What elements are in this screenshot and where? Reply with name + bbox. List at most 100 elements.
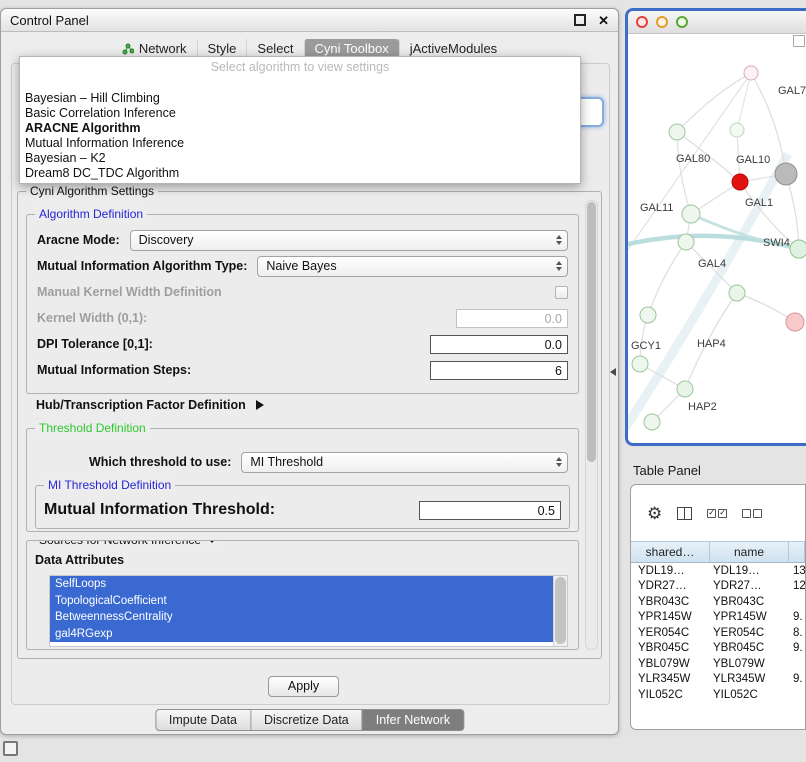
network-canvas[interactable]: GAL7GAL80GAL10GAL11GAL1SWI4GAL4GCY1HAP4H… [628, 34, 806, 443]
tab-infer-network[interactable]: Infer Network [363, 709, 464, 731]
close-icon[interactable]: ✕ [598, 14, 609, 27]
network-graph[interactable]: GAL7GAL80GAL10GAL11GAL1SWI4GAL4GCY1HAP4H… [628, 34, 806, 443]
network-node[interactable] [729, 285, 745, 301]
table-row[interactable]: YIL052CYIL052C [631, 687, 805, 703]
table-row[interactable]: YPR145WYPR145W9. [631, 610, 805, 626]
stepper-arrows-icon [556, 231, 562, 250]
network-node[interactable] [730, 123, 744, 137]
dpi-tolerance-label: DPI Tolerance [0,1]: [37, 337, 153, 351]
minimized-panel-icon[interactable] [3, 741, 18, 756]
minimize-traffic-light-icon[interactable] [656, 16, 668, 28]
algorithm-option[interactable]: Bayesian – Hill Climbing [20, 91, 580, 106]
network-node[interactable] [644, 414, 660, 430]
panel-splitter-collapse-icon[interactable] [610, 368, 616, 376]
tab-impute-data[interactable]: Impute Data [155, 709, 251, 731]
network-node[interactable] [775, 163, 797, 185]
dpi-tolerance-field[interactable]: 0.0 [430, 335, 568, 354]
table-cell: 9. [789, 673, 805, 685]
attribute-item-selected[interactable]: TopologicalCoefficient [50, 593, 554, 610]
network-node[interactable] [640, 307, 656, 323]
network-window-titlebar[interactable] [628, 11, 806, 34]
network-node[interactable] [677, 381, 693, 397]
table-cell: YER054C [710, 627, 789, 639]
column-header-name[interactable]: name [710, 542, 789, 562]
algorithm-combobox-partial[interactable] [579, 97, 604, 127]
network-node[interactable] [669, 124, 685, 140]
scrollbar-thumb[interactable] [555, 577, 566, 644]
kernel-width-field[interactable]: 0.0 [456, 309, 568, 328]
attribute-item-selected[interactable]: gal4RGexp [50, 626, 554, 643]
manual-kernel-checkbox[interactable] [555, 286, 568, 299]
columns-icon[interactable] [677, 507, 692, 520]
float-window-icon[interactable] [574, 14, 586, 26]
node-label: GAL80 [676, 153, 710, 165]
table-row[interactable]: YDR27…YDR27…12 [631, 579, 805, 595]
mi-type-combobox[interactable]: Naive Bayes [257, 256, 568, 277]
algorithm-option[interactable]: Basic Correlation Inference [20, 106, 580, 121]
gear-icon[interactable]: ⚙ [647, 505, 662, 522]
stepper-arrows-icon [556, 257, 562, 276]
which-threshold-label: Which threshold to use: [89, 455, 231, 469]
algorithm-option[interactable]: Bayesian – K2 [20, 151, 580, 166]
hub-transcription-section-toggle[interactable]: Hub/Transcription Factor Definition [36, 398, 264, 412]
network-node[interactable] [678, 234, 694, 250]
network-edge [737, 73, 751, 130]
settings-group-title: Cyni Algorithm Settings [26, 184, 158, 198]
table-row[interactable]: YBR045CYBR045C9. [631, 641, 805, 657]
column-header-clipped[interactable] [789, 542, 805, 562]
table-row[interactable]: YDL19…YDL19…13 [631, 563, 805, 579]
deselect-all-icon[interactable] [742, 509, 762, 518]
tab-label: Style [208, 41, 237, 56]
network-edge [737, 293, 795, 322]
table-cell: 13 [789, 565, 805, 577]
data-attributes-list[interactable]: SelfLoops TopologicalCoefficient Between… [49, 575, 568, 647]
network-node[interactable] [682, 205, 700, 223]
network-node[interactable] [732, 174, 748, 190]
table-cell: YDL19… [710, 565, 789, 577]
algorithm-option[interactable]: Dream8 DC_TDC Algorithm [20, 166, 580, 181]
table-cell: YLR345W [631, 673, 710, 685]
tab-label: jActiveModules [410, 41, 497, 56]
select-all-icon[interactable] [707, 509, 727, 518]
mi-steps-label: Mutual Information Steps: [37, 363, 191, 377]
table-cell: YBR043C [710, 596, 789, 608]
stepper-arrows-icon [556, 453, 562, 472]
algorithm-option[interactable]: Mutual Information Inference [20, 136, 580, 151]
node-label: GAL1 [745, 197, 773, 209]
table-cell: 9. [789, 611, 805, 623]
expanded-arrow-icon [207, 540, 217, 543]
table-cell: YBL079W [710, 658, 789, 670]
close-traffic-light-icon[interactable] [636, 16, 648, 28]
table-cell: YIL052C [631, 689, 710, 701]
network-node[interactable] [790, 240, 806, 258]
network-node[interactable] [786, 313, 804, 331]
attribute-item-selected[interactable]: SelfLoops [50, 576, 554, 593]
table-toolbar: ⚙ [631, 485, 805, 541]
mi-threshold-field[interactable]: 0.5 [419, 501, 561, 520]
table-cell: YPR145W [631, 611, 710, 623]
mi-type-label: Mutual Information Algorithm Type: [37, 259, 247, 273]
settings-scrollbar[interactable] [585, 200, 598, 650]
zoom-traffic-light-icon[interactable] [676, 16, 688, 28]
table-row[interactable]: YLR345WYLR345W9. [631, 672, 805, 688]
algorithm-placeholder: Select algorithm to view settings [20, 57, 580, 76]
aracne-mode-combobox[interactable]: Discovery [130, 230, 568, 251]
apply-button[interactable]: Apply [268, 676, 339, 697]
sources-group-title[interactable]: Sources for Network Inference [35, 540, 221, 547]
mi-steps-field[interactable]: 6 [430, 361, 568, 380]
attribute-item-selected[interactable]: BetweennessCentrality [50, 609, 554, 626]
table-row[interactable]: YER054CYER054C8. [631, 625, 805, 641]
control-panel-titlebar[interactable]: Control Panel ✕ [1, 9, 618, 32]
tab-discretize-data[interactable]: Discretize Data [251, 709, 363, 731]
algorithm-option-selected[interactable]: ARACNE Algorithm [20, 121, 580, 136]
scrollbar-thumb[interactable] [587, 202, 596, 462]
which-threshold-combobox[interactable]: MI Threshold [241, 452, 568, 473]
table-row[interactable]: YBL079WYBL079W [631, 656, 805, 672]
tab-label: Network [139, 41, 187, 56]
list-scrollbar[interactable] [553, 576, 567, 646]
table-row[interactable]: YBR043CYBR043C [631, 594, 805, 610]
column-header-shared-name[interactable]: shared… [631, 542, 710, 562]
which-threshold-value: MI Threshold [250, 455, 323, 469]
network-node[interactable] [632, 356, 648, 372]
network-node[interactable] [744, 66, 758, 80]
